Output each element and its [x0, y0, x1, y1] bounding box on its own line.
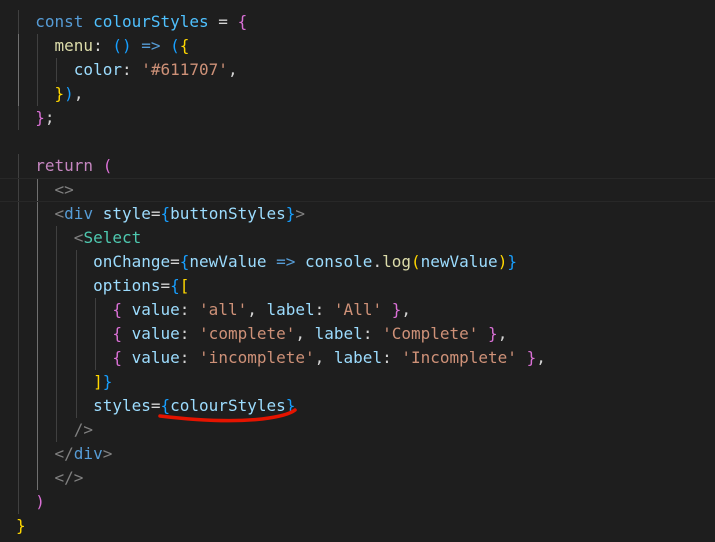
- code-editor[interactable]: const colourStyles = { menu: () => ({ co…: [0, 0, 715, 542]
- red-underline-annotation: [158, 408, 297, 423]
